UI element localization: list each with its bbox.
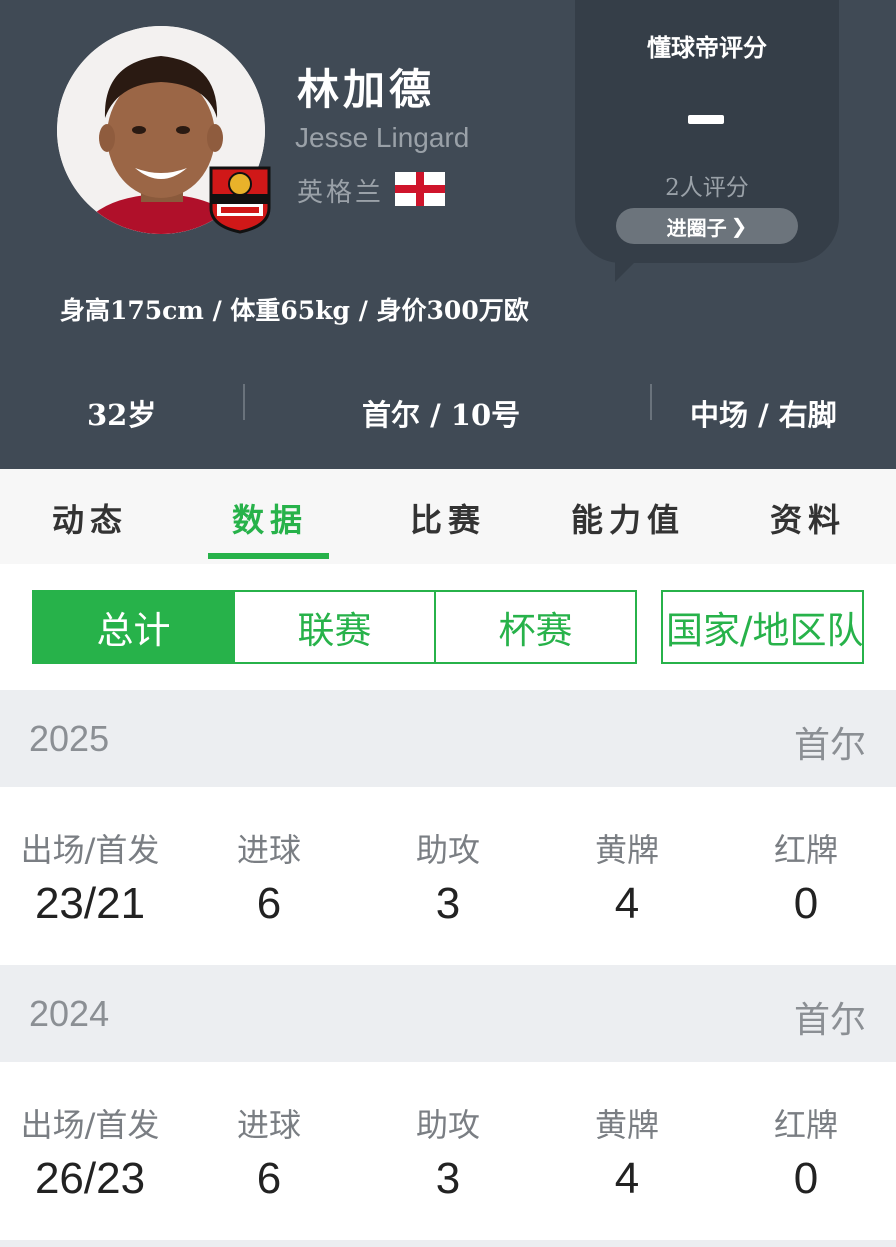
player-name-en: Jesse Lingard bbox=[295, 122, 470, 153]
join-circle-label: 进圈子 bbox=[666, 215, 727, 240]
segment-total[interactable]: 总计 bbox=[32, 590, 235, 664]
stat-value: 26/23 bbox=[34, 1154, 146, 1203]
player-club-number: 首尔 / 10号 bbox=[362, 398, 521, 432]
season-header: 2025 首尔 bbox=[0, 690, 896, 787]
stat-label: 进球 bbox=[236, 1106, 301, 1144]
season-header: 2024 首尔 bbox=[0, 965, 896, 1062]
season-stats: 出场/首发 26/23 进球 6 助攻 3 黄牌 4 红牌 0 bbox=[0, 1062, 896, 1240]
club-badge-icon bbox=[207, 164, 273, 234]
stat-value: 6 bbox=[256, 879, 282, 928]
player-meta-row: 32岁 首尔 / 10号 中场 / 右脚 bbox=[0, 380, 896, 440]
stat-label: 助攻 bbox=[415, 1106, 480, 1144]
stat-label: 黄牌 bbox=[594, 831, 659, 869]
segment-national-team-label: 国家/地区队 bbox=[666, 609, 864, 652]
stat-value: 3 bbox=[435, 879, 461, 928]
stat-label: 红牌 bbox=[773, 831, 838, 869]
season-team: 首尔 bbox=[793, 725, 866, 766]
tab-data[interactable]: 数据 bbox=[232, 495, 308, 541]
stat-value: 3 bbox=[435, 1154, 461, 1203]
rating-title: 懂球帝评分 bbox=[647, 34, 767, 62]
player-nation: 英格兰 bbox=[297, 178, 385, 208]
meta-divider bbox=[650, 384, 652, 420]
tab-news[interactable]: 动态 bbox=[52, 495, 128, 541]
stat-value: 4 bbox=[614, 1154, 640, 1203]
stat-label: 出场/首发 bbox=[20, 831, 160, 869]
bottom-divider bbox=[0, 1240, 896, 1247]
stat-value: 4 bbox=[614, 879, 640, 928]
stat-label: 红牌 bbox=[773, 1106, 838, 1144]
rating-card: 懂球帝评分 2人评分 进圈子 ❯ bbox=[575, 0, 839, 263]
season-year: 2024 bbox=[29, 993, 110, 1034]
stat-label: 出场/首发 bbox=[20, 1106, 160, 1144]
tab-profile[interactable]: 资料 bbox=[770, 495, 846, 541]
stat-value: 6 bbox=[256, 1154, 282, 1203]
join-circle-button[interactable]: 进圈子 ❯ bbox=[616, 208, 798, 244]
stat-label: 黄牌 bbox=[594, 1106, 659, 1144]
segment-cup[interactable]: 杯赛 bbox=[434, 590, 637, 664]
season-year: 2025 bbox=[29, 718, 110, 759]
stat-value: 0 bbox=[793, 879, 819, 928]
tab-matches[interactable]: 比赛 bbox=[410, 495, 486, 541]
player-name-cn: 林加德 bbox=[297, 65, 436, 114]
player-position-foot: 中场 / 右脚 bbox=[690, 398, 837, 432]
season-stats: 出场/首发 23/21 进球 6 助攻 3 黄牌 4 红牌 0 bbox=[0, 787, 896, 965]
player-header: 林加德 Jesse Lingard 英格兰 身高175cm / 体重65kg /… bbox=[0, 0, 896, 469]
england-flag-icon bbox=[395, 172, 445, 206]
chevron-right-icon: ❯ bbox=[730, 214, 748, 238]
tab-ability[interactable]: 能力值 bbox=[571, 495, 685, 541]
stat-value: 0 bbox=[793, 1154, 819, 1203]
stat-label: 助攻 bbox=[415, 831, 480, 869]
rating-value-dash bbox=[688, 115, 724, 124]
player-body-info: 身高175cm / 体重65kg / 身价300万欧 bbox=[60, 296, 529, 325]
stat-value: 23/21 bbox=[34, 879, 146, 928]
rating-count: 2人评分 bbox=[665, 175, 749, 201]
season-team: 首尔 bbox=[793, 1000, 866, 1041]
segment-league[interactable]: 联赛 bbox=[233, 590, 436, 664]
player-tabs: 动态 数据 比赛 能力值 资料 bbox=[0, 469, 896, 564]
meta-divider bbox=[243, 384, 245, 420]
stat-label: 进球 bbox=[236, 831, 301, 869]
segment-national-team[interactable]: 国家/地区队 bbox=[661, 590, 864, 664]
player-age: 32岁 bbox=[87, 398, 157, 432]
active-tab-indicator bbox=[208, 553, 329, 559]
